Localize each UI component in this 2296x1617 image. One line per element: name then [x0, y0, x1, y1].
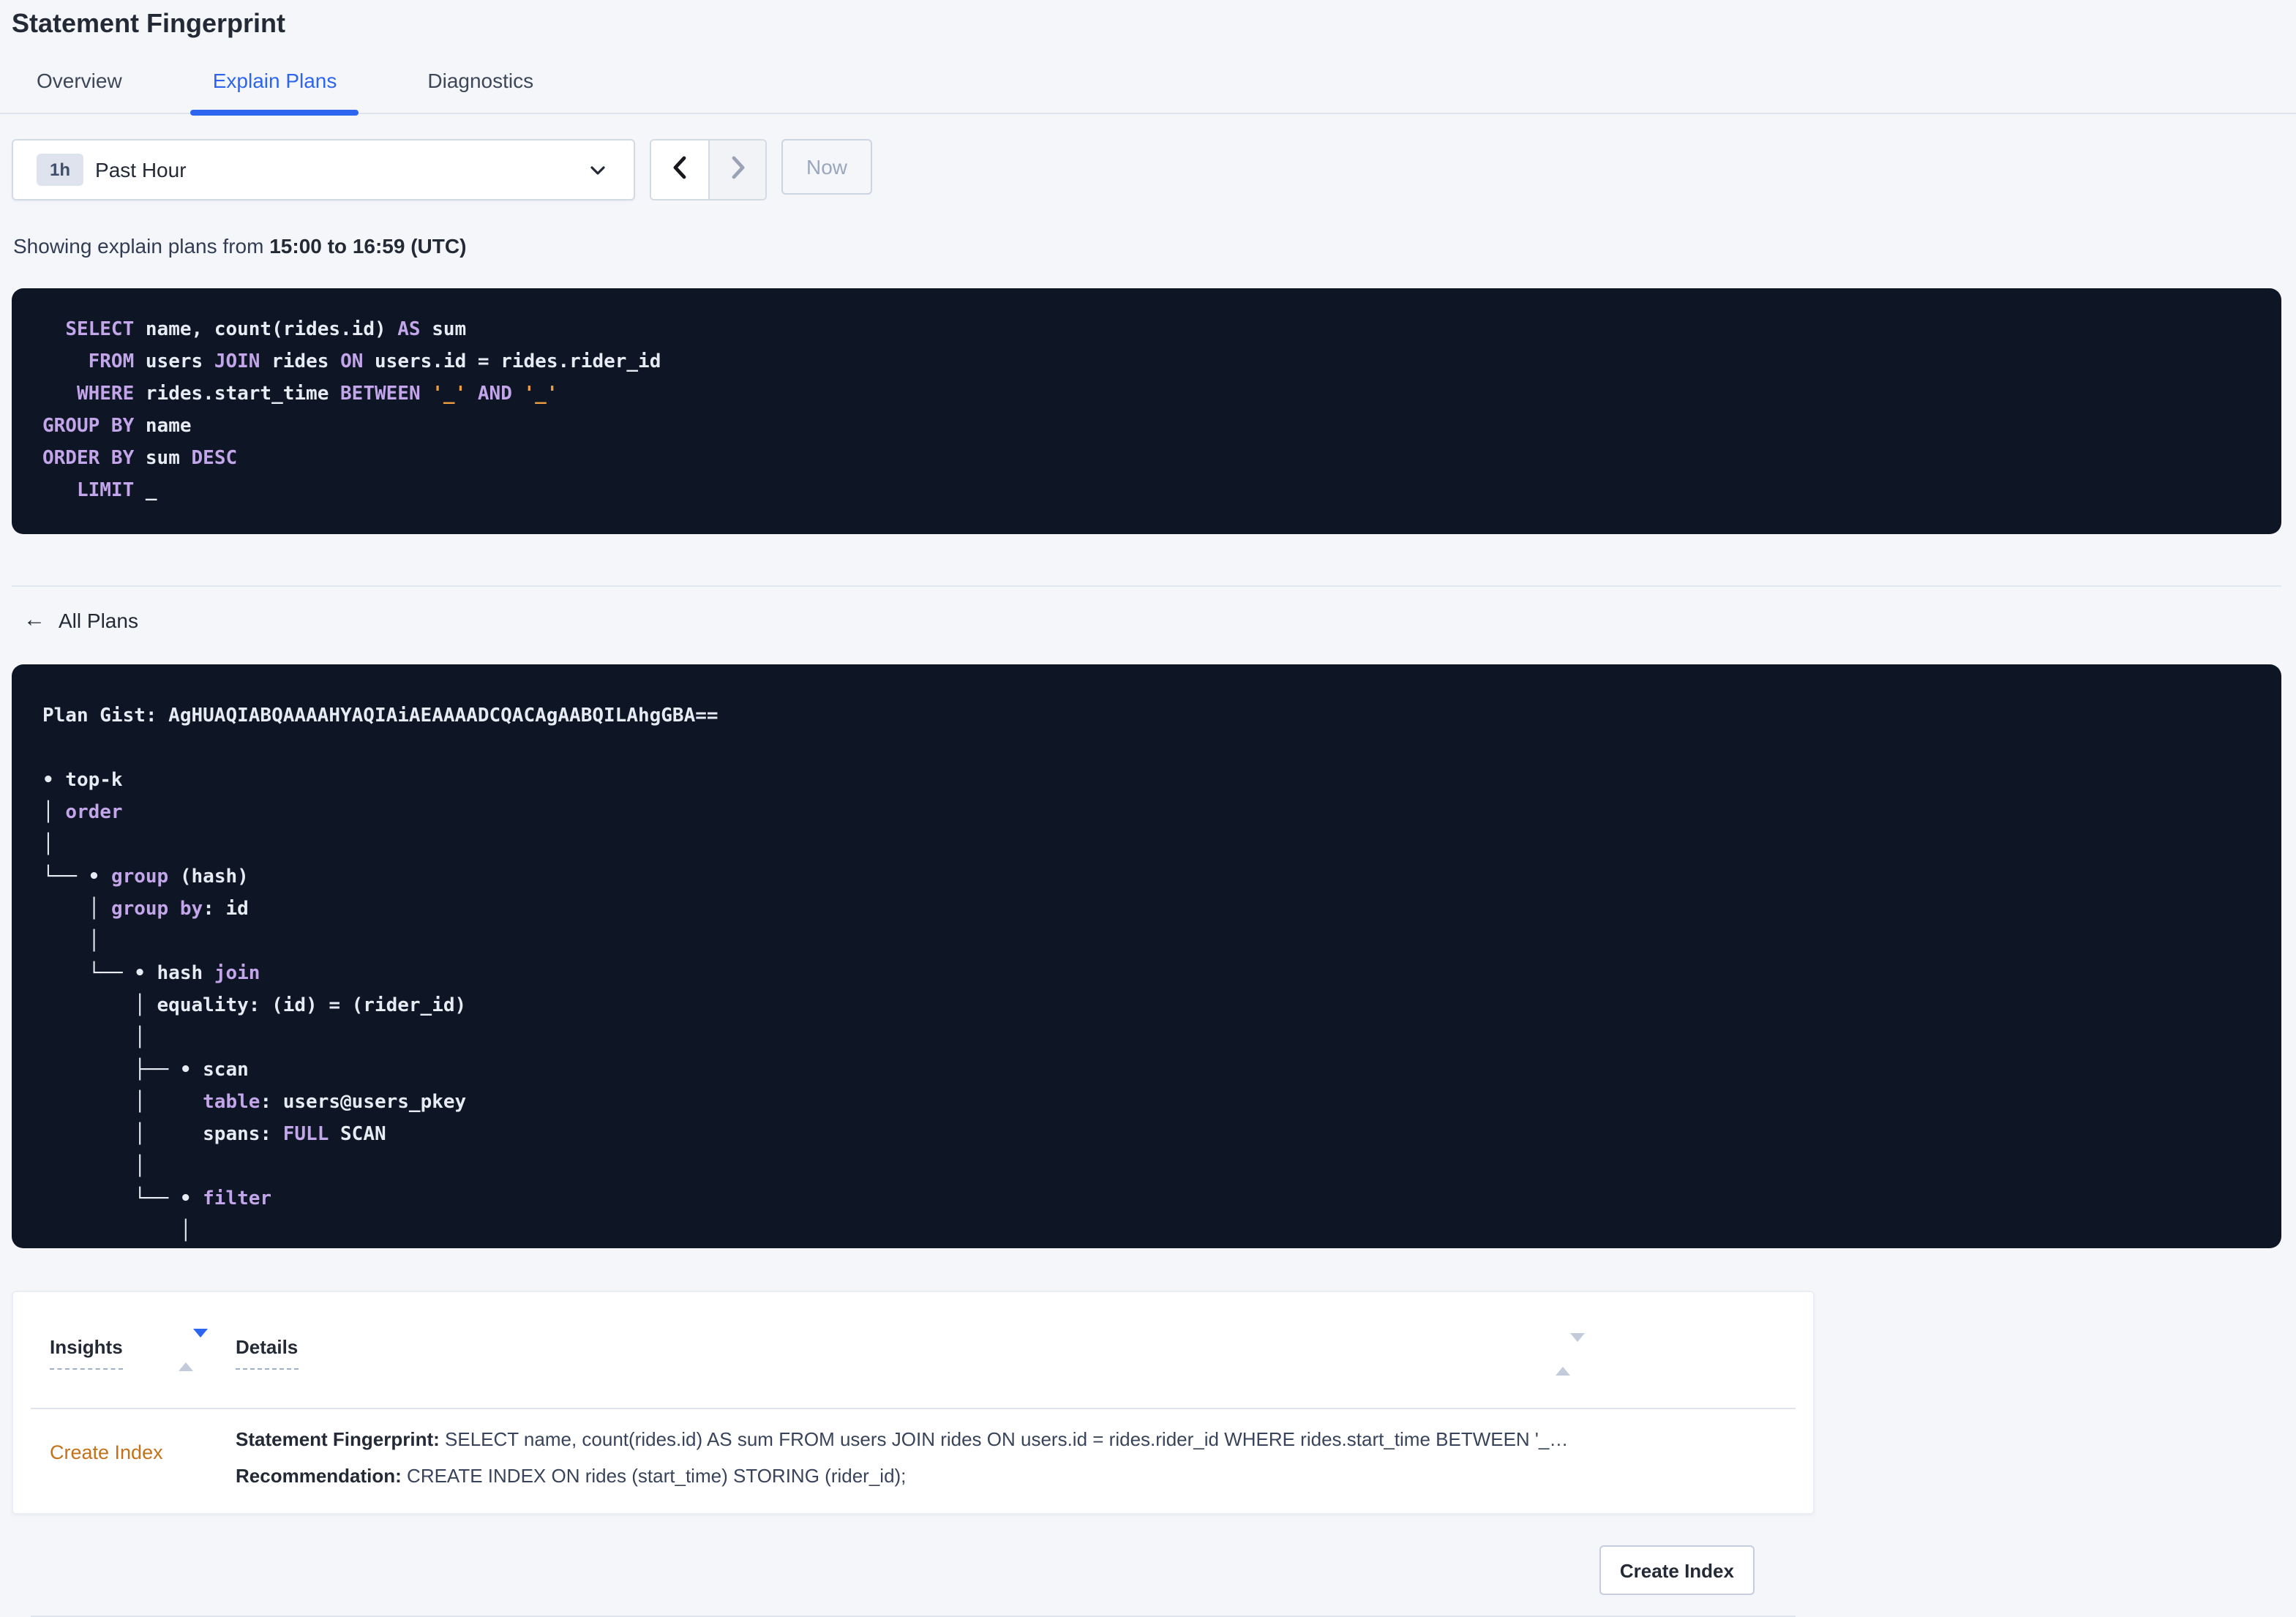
sort-icon-insights[interactable] — [179, 1329, 208, 1371]
recommendation-value: CREATE INDEX ON rides (start_time) STORI… — [401, 1465, 907, 1487]
statement-fingerprint-line: Statement Fingerprint: SELECT name, coun… — [236, 1421, 1597, 1457]
now-button[interactable]: Now — [781, 139, 873, 195]
sql-statement-block: SELECT name, count(rides.id) AS sum FROM… — [12, 288, 2281, 534]
insight-details-cell: Statement Fingerprint: SELECT name, coun… — [236, 1421, 1597, 1494]
tab-overview[interactable]: Overview — [15, 69, 144, 113]
next-time-button[interactable] — [708, 140, 765, 199]
fingerprint-value: SELECT name, count(rides.id) AS sum FROM… — [439, 1428, 1569, 1450]
insights-table-card: Insights Details Create Index Statement … — [12, 1291, 1815, 1617]
column-header-details[interactable]: Details — [236, 1336, 299, 1370]
prev-time-button[interactable] — [651, 140, 708, 199]
insights-table-header: Insights Details — [31, 1292, 1796, 1409]
page-title: Statement Fingerprint — [12, 9, 286, 38]
statement-fingerprint-page: Statement Fingerprint Overview Explain P… — [0, 0, 2296, 1617]
sort-icon-details[interactable] — [1556, 1333, 1585, 1376]
all-plans-link[interactable]: ← All Plans — [23, 607, 138, 632]
tab-explain-plans[interactable]: Explain Plans — [190, 69, 359, 116]
interval-badge: 1h — [37, 154, 84, 186]
time-picker-row: 1h Past Hour Now — [12, 139, 2296, 200]
details-header-label: Details — [236, 1336, 299, 1370]
insight-type-label: Create Index — [50, 1441, 163, 1463]
recommendation-label: Recommendation: — [236, 1465, 402, 1487]
section-divider — [12, 585, 2281, 587]
fingerprint-label: Statement Fingerprint: — [236, 1428, 440, 1450]
time-nav-group — [650, 139, 767, 200]
column-header-insights[interactable]: Insights — [50, 1336, 123, 1370]
recommendation-line: Recommendation: CREATE INDEX ON rides (s… — [236, 1457, 1597, 1494]
chevron-right-icon — [729, 155, 746, 184]
time-interval-label: Past Hour — [95, 158, 187, 181]
table-row: Create Index Statement Fingerprint: SELE… — [13, 1409, 1813, 1617]
create-index-button[interactable]: Create Index — [1599, 1545, 1755, 1595]
chevron-left-icon — [672, 155, 688, 184]
tab-diagnostics[interactable]: Diagnostics — [405, 69, 555, 113]
time-range-value: 15:00 to 16:59 (UTC) — [269, 234, 467, 258]
plan-gist-block: Plan Gist: AgHUAQIABQAAAAHYAQIAiAEAAAADC… — [12, 664, 2281, 1248]
insights-header-label: Insights — [50, 1336, 123, 1370]
showing-range-text: Showing explain plans from 15:00 to 16:5… — [13, 234, 2296, 258]
tab-bar: Overview Explain Plans Diagnostics — [0, 42, 2296, 116]
all-plans-label: All Plans — [59, 608, 138, 631]
time-interval-select[interactable]: 1h Past Hour — [12, 139, 635, 200]
showing-prefix: Showing explain plans from — [13, 234, 270, 258]
chevron-down-icon — [588, 161, 607, 187]
arrow-left-icon: ← — [23, 607, 45, 632]
